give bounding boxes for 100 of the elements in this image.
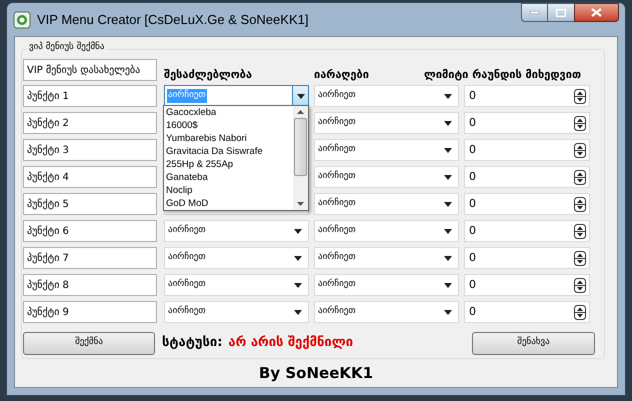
weapon-value: აირჩიეთ [318,116,356,130]
item-name-field[interactable]: პუნქტი 1 [23,85,157,107]
create-button[interactable]: შექმნა [23,332,155,354]
scrollbar-thumb[interactable] [294,118,307,176]
weapon-dropdown[interactable]: აირჩიეთ [314,220,459,242]
limit-value: 0 [469,114,476,131]
dropdown-option[interactable]: Noclip [164,184,293,197]
spin-arrows-icon[interactable] [574,88,586,104]
weapon-dropdown[interactable]: აირჩიეთ [314,112,459,134]
dropdown-option[interactable]: 255Hp & 255Ap [164,158,293,171]
weapon-dropdown[interactable]: აირჩიეთ [314,274,459,296]
limit-value: 0 [469,250,476,266]
spin-arrows-icon[interactable] [574,142,586,158]
item-name-field[interactable]: პუნქტი 2 [23,112,157,134]
limit-spinner[interactable]: 0 [464,193,590,215]
item-name-field[interactable]: პუნქტი 7 [23,247,157,269]
limit-spinner[interactable]: 0 [464,247,590,269]
item-name-field[interactable]: პუნქტი 8 [23,274,157,296]
weapon-value: აირჩიეთ [318,89,356,102]
weapon-value: აირჩიეთ [318,278,356,292]
column-header: იარაღები [314,66,370,82]
close-button[interactable] [574,3,619,22]
dropdown-arrow-icon [294,310,302,314]
app-icon [13,10,31,28]
limit-value: 0 [469,88,476,104]
limit-spinner[interactable]: 0 [464,166,590,188]
limit-value: 0 [469,142,476,158]
weapon-dropdown[interactable]: აირჩიეთ [314,301,459,323]
limit-spinner[interactable]: 0 [464,301,590,323]
spin-arrows-icon[interactable] [574,116,586,130]
limit-spinner[interactable]: 0 [464,274,590,296]
weapon-value: აირჩიეთ [318,224,356,238]
maximize-icon [556,8,566,16]
weapon-dropdown[interactable]: აირჩიეთ [314,193,459,215]
item-name-field[interactable]: პუნქტი 6 [23,220,157,242]
status-value: არ არის შექმნილი [228,334,354,352]
ability-dropdown[interactable]: აირჩიეთ [164,220,309,242]
item-name-field[interactable]: პუნქტი 4 [23,166,157,188]
weapon-dropdown[interactable]: აირჩიეთ [314,166,459,188]
dropdown-arrow-icon [444,282,452,288]
window-title: VIP Menu Creator [CsDeLuX.Ge & SoNeeKK1] [37,10,308,29]
spin-arrows-icon[interactable] [574,250,586,266]
ability-value: აირჩიეთ [167,224,207,238]
dropdown-arrow-icon [296,94,304,98]
author-credit: By SoNeeKK1 [258,363,374,384]
ability-value: აირჩიეთ [167,278,207,292]
ability-value: აირჩიეთ [167,89,207,103]
dropdown-option[interactable]: Yumbarebis Nabori [164,132,293,145]
column-header: შესაძლებლობა [164,66,253,82]
weapon-value: აირჩიეთ [318,143,356,156]
minimize-icon [530,11,539,14]
dropdown-arrow-icon [294,282,302,288]
limit-value: 0 [469,304,476,320]
limit-value: 0 [469,276,476,293]
spin-arrows-icon[interactable] [574,304,586,320]
limit-spinner[interactable]: 0 [464,85,590,107]
item-name-field[interactable]: პუნქტი 5 [23,193,157,215]
column-header: ლიმიტი რაუნდის მიხედვით [424,66,582,82]
item-name-field[interactable]: პუნქტი 3 [23,139,157,161]
item-name-field[interactable]: პუნქტი 9 [23,301,157,323]
weapon-dropdown[interactable]: აირჩიეთ [314,139,459,161]
weapon-dropdown[interactable]: აირჩიეთ [314,85,459,107]
dropdown-arrow-icon [444,120,452,126]
limit-spinner[interactable]: 0 [464,139,590,161]
dropdown-option[interactable]: Ganateba [164,171,293,184]
dropdown-option[interactable]: 16000$ [164,119,293,132]
save-button[interactable]: შენახვა [472,332,595,354]
ability-value: აირჩიეთ [167,305,207,318]
close-icon [591,8,602,17]
limit-spinner[interactable]: 0 [464,112,590,134]
ability-dropdown[interactable]: აირჩიეთ [164,301,309,323]
dropdown-option[interactable]: Gravitacia Da Siswrafe [164,145,293,158]
limit-value: 0 [469,222,476,239]
maximize-button[interactable] [548,3,574,22]
limit-value: 0 [469,168,476,185]
dropdown-arrow-icon [444,174,452,180]
weapon-value: აირჩიეთ [318,305,356,318]
dropdown-option[interactable]: GoD MoD [164,197,293,210]
group-title: ვიპ მენიუს შექმნა [27,41,106,54]
dropdown-arrow-icon [444,202,452,206]
spin-arrows-icon[interactable] [574,278,586,292]
status-label: სტატუსი: [162,334,222,352]
minimize-button[interactable] [521,3,548,22]
spin-arrows-icon[interactable] [574,196,586,212]
dropdown-arrow-icon [444,228,452,234]
dropdown-arrow-icon [294,228,302,234]
ability-value: აირჩიეთ [167,251,207,264]
spin-arrows-icon[interactable] [574,224,586,238]
limit-value: 0 [469,196,476,212]
dropdown-option[interactable]: Gacocxleba [164,106,293,119]
dropdown-arrow-icon [444,256,452,260]
dropdown-arrow-icon [444,148,452,152]
limit-spinner[interactable]: 0 [464,220,590,242]
weapon-dropdown[interactable]: აირჩიეთ [314,247,459,269]
scrollbar[interactable] [293,106,308,210]
menu-name-field[interactable]: VIP მენიუს დასახელება [23,59,157,81]
ability-dropdown[interactable]: აირჩიეთ [164,274,309,296]
weapon-value: აირჩიეთ [318,197,356,210]
ability-dropdown[interactable]: აირჩიეთ [164,247,309,269]
spin-arrows-icon[interactable] [574,170,586,184]
